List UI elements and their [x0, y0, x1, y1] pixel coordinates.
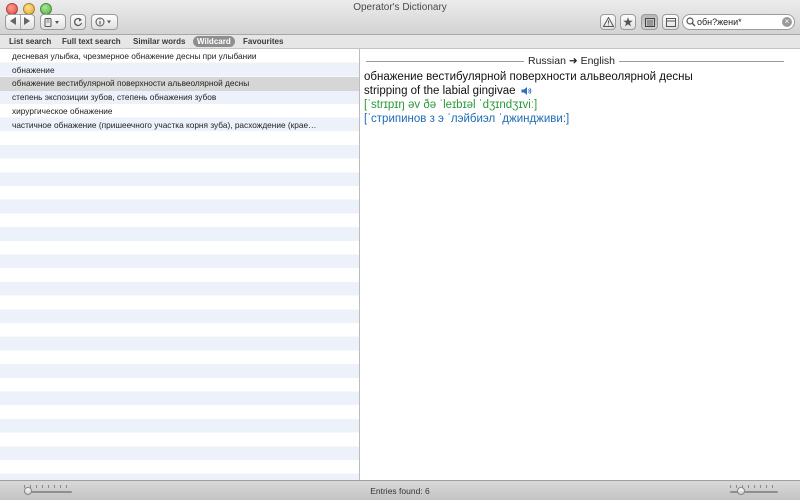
search-icon: [686, 17, 696, 27]
bookmark-menu-icon: [44, 17, 59, 27]
star-icon: [623, 17, 633, 27]
back-button[interactable]: [6, 17, 20, 27]
entries-found-count: Entries found: 6: [370, 486, 430, 496]
slider-knob[interactable]: [737, 487, 745, 495]
forward-button[interactable]: [20, 17, 34, 27]
app-window: Operator's Dictionary обн?жени* × List s…: [0, 0, 800, 500]
tab-similar-words[interactable]: Similar words: [133, 36, 185, 47]
panel-button[interactable]: [662, 14, 679, 30]
panel-icon: [665, 17, 676, 27]
headword-text: обнажение вестибулярной поверхности альв…: [364, 71, 693, 83]
detail-font-slider[interactable]: [730, 487, 778, 495]
info-menu-icon: [95, 17, 111, 27]
entry-translation: stripping of the labial gingivae: [364, 85, 532, 97]
ipa-transcription: [ˈstrɪpɪŋ əv ðə ˈleɪbɪəl ˈdʒɪndʒɪviː]: [364, 99, 538, 111]
search-mode-tabs: List search Full text search Similar wor…: [0, 35, 800, 49]
search-input[interactable]: [697, 16, 781, 28]
clear-search-icon[interactable]: ×: [782, 17, 792, 27]
bookmark-menu-button[interactable]: [40, 14, 66, 30]
speaker-icon[interactable]: [521, 86, 532, 96]
warning-triangle-icon: [602, 17, 614, 27]
refresh-icon: [74, 17, 83, 27]
translation-direction: Russian ➜ English: [524, 55, 620, 67]
translation-text: stripping of the labial gingivae: [364, 85, 516, 97]
window-title: Operator's Dictionary: [353, 2, 447, 13]
tab-favourites[interactable]: Favourites: [243, 36, 283, 47]
chevron-left-icon: [9, 17, 16, 25]
list-item[interactable]: степень экспозиции зубов, степень обнаже…: [0, 91, 359, 105]
entry-headword: обнажение вестибулярной поверхности альв…: [364, 71, 693, 83]
list-item[interactable]: обнажение: [0, 64, 359, 78]
list-item-selected[interactable]: обнажение вестибулярной поверхности альв…: [0, 77, 359, 92]
warning-button[interactable]: [600, 14, 616, 30]
tab-list-search[interactable]: List search: [9, 36, 51, 47]
list-view-icon: [644, 17, 655, 27]
tab-full-text-search[interactable]: Full text search: [62, 36, 121, 47]
refresh-button[interactable]: [70, 14, 86, 30]
title-bar: Operator's Dictionary обн?жени* ×: [0, 0, 800, 35]
search-field[interactable]: ×: [682, 14, 795, 30]
list-item[interactable]: десневая улыбка, чрезмерное обнажение де…: [0, 50, 359, 64]
info-menu-button[interactable]: [91, 14, 118, 30]
results-list: десневая улыбка, чрезмерное обнажение де…: [0, 49, 359, 480]
status-bar: Entries found: 6: [0, 480, 800, 500]
list-view-button[interactable]: [641, 14, 658, 30]
entry-detail: Russian ➜ English обнажение вестибулярно…: [360, 49, 800, 480]
favourite-button[interactable]: [620, 14, 636, 30]
russian-transliteration: [ˈстрипинов з э ˈлэйбиэл ˈджиндживи:]: [364, 113, 570, 125]
list-item[interactable]: частичное обнажение (пришеечного участка…: [0, 119, 359, 133]
list-item[interactable]: хирургическое обнажение: [0, 105, 359, 119]
chevron-right-icon: [23, 17, 30, 25]
history-nav: [5, 14, 35, 30]
tab-wildcard[interactable]: Wildcard: [193, 36, 235, 47]
